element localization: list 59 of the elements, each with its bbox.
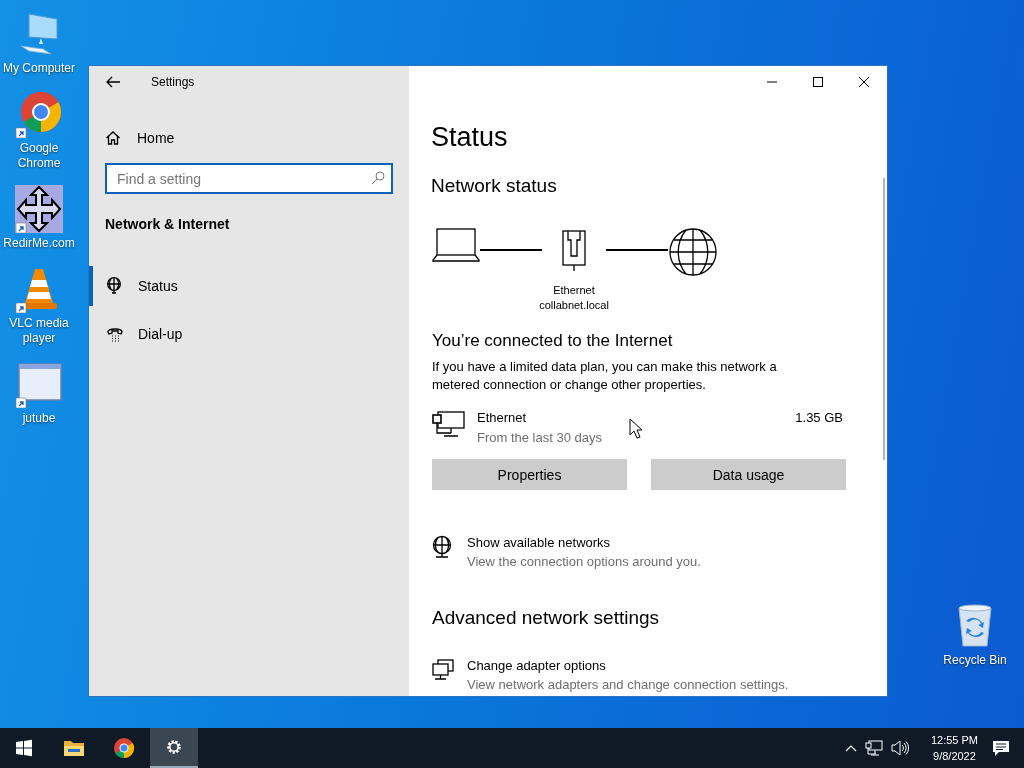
- nav-item[interactable]: Status: [89, 266, 409, 306]
- window-title: Settings: [151, 75, 195, 89]
- connector-line: [606, 249, 668, 251]
- nav-item[interactable]: Dial-up: [89, 314, 409, 354]
- close-icon: [858, 76, 870, 88]
- icon-label: RedirMe.com: [3, 236, 75, 251]
- arrows-icon: [15, 185, 63, 233]
- chevron-up-icon: [844, 744, 857, 752]
- adapter-label: Ethernet: [553, 283, 595, 298]
- icon-label: My Computer: [3, 61, 75, 76]
- status-heading: You’re connected to the Internet: [432, 331, 674, 351]
- windows-logo-icon: [15, 739, 33, 757]
- scrollbar[interactable]: [883, 178, 885, 460]
- section-heading: Network status: [431, 175, 558, 197]
- maximize-icon: [812, 76, 824, 88]
- back-button[interactable]: [105, 74, 121, 90]
- page-title: Status: [431, 122, 509, 153]
- connector-line: [480, 249, 542, 251]
- option-link[interactable]: Change adapter options: [467, 658, 789, 673]
- search-field[interactable]: Find a setting: [105, 163, 393, 194]
- clock-date: 9/8/2022: [933, 749, 976, 764]
- globe-icon: [668, 227, 718, 277]
- notification-icon: [992, 739, 1010, 757]
- folder-icon: [63, 738, 85, 758]
- domain-label: collabnet.local: [539, 298, 609, 313]
- laptop-icon: [432, 227, 480, 263]
- action-button[interactable]: Data usage: [651, 459, 846, 490]
- data-amount: 1.35 GB: [795, 410, 843, 425]
- network-monitor-icon: [432, 410, 466, 438]
- search-icon: [371, 171, 385, 185]
- back-icon: [105, 74, 121, 90]
- section-heading: Advanced network settings: [432, 607, 661, 629]
- icon-label: jutube: [22, 411, 56, 426]
- browser-icon: [15, 90, 63, 138]
- taskbar-button[interactable]: [150, 728, 198, 768]
- option-description: View network adapters and change connection settings.: [467, 677, 789, 692]
- speaker-icon: [890, 740, 909, 756]
- notification-button[interactable]: [992, 739, 1010, 757]
- gear-icon: [164, 737, 184, 757]
- home-icon: [105, 130, 121, 146]
- network-icon: [864, 740, 883, 756]
- adapter-name: Ethernet: [477, 410, 528, 425]
- option-link[interactable]: Show available networks: [467, 535, 701, 550]
- action-button[interactable]: Properties: [432, 459, 627, 490]
- monitors-icon: [431, 658, 455, 682]
- icon-label: Recycle Bin: [943, 653, 1007, 668]
- cursor-icon: [629, 418, 643, 440]
- globe-monitor-icon: [106, 277, 124, 295]
- home-link[interactable]: Home: [89, 122, 409, 154]
- clock-time: 12:55 PM: [930, 733, 978, 748]
- section-heading: Network & Internet: [104, 216, 231, 232]
- usage-period: From the last 30 days: [477, 430, 603, 445]
- phone-icon: [106, 325, 124, 343]
- option-description: View the connection options around you.: [467, 554, 701, 569]
- browser-icon: [113, 737, 135, 759]
- icon-label: Google Chrome: [16, 141, 62, 171]
- icon-label: VLC media player: [8, 316, 70, 346]
- description-text: If you have a limited data plan, you can make this network a metered connection or change other properties.: [432, 358, 778, 394]
- window-icon: [15, 360, 63, 408]
